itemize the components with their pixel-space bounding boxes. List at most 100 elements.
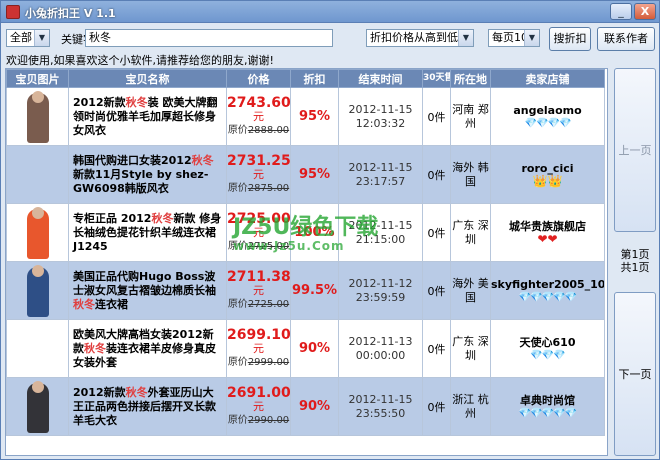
- column-header-discount[interactable]: 折扣: [290, 69, 339, 88]
- product-price: 2743.60 元原价2888.00: [226, 87, 291, 146]
- sold-count: 0件: [422, 261, 451, 320]
- location: 海外 美国: [450, 261, 491, 320]
- seller-name[interactable]: 城华贵族旗舰店: [509, 220, 586, 233]
- price-unit: 元: [253, 167, 264, 181]
- seller-rank-icon: 👑👑: [532, 173, 563, 188]
- product-price: 2711.38 元原价2725.00: [226, 261, 291, 320]
- column-header-name[interactable]: 宝贝名称: [68, 69, 227, 88]
- location: 广东 深圳: [450, 203, 491, 262]
- location: 浙江 杭州: [450, 377, 491, 436]
- product-image-cell[interactable]: [6, 261, 69, 320]
- product-name-keyword: 秋冬: [125, 385, 148, 399]
- seller-rank-icon: 💎💎💎💎💎: [518, 291, 577, 303]
- location: 河南 郑州: [450, 87, 491, 146]
- product-name-keyword: 秋冬: [191, 153, 214, 167]
- product-name[interactable]: 欧美风大牌高档女装2012新款秋冬装连衣裙羊皮修身真皮女装外套: [68, 319, 227, 378]
- chevron-down-icon[interactable]: ▼: [524, 30, 539, 46]
- sort-select[interactable]: 折扣价格从高到低 ▼: [366, 29, 474, 47]
- next-page-button[interactable]: 下一页: [614, 292, 656, 456]
- end-clock: 00:00:00: [355, 348, 406, 362]
- contact-author-button[interactable]: 联系作者: [597, 27, 655, 51]
- current-page-label: 第1页: [620, 248, 650, 261]
- seller-name[interactable]: roro_cici: [521, 162, 573, 175]
- table-row[interactable]: 美国正品代购Hugo Boss波士淑女风复古褶皱边棉质长袖秋冬连衣裙 2711.3…: [6, 261, 605, 320]
- original-price-value: 2875.00: [247, 182, 290, 194]
- price-unit: 元: [253, 225, 264, 239]
- keyword-input[interactable]: 秋冬: [85, 29, 333, 47]
- location-line: 浙江 杭: [452, 392, 489, 406]
- price-unit: 元: [253, 283, 264, 297]
- product-image-cell[interactable]: [6, 377, 69, 436]
- product-name-keyword: 秋冬: [125, 95, 148, 109]
- location-line: 州: [465, 116, 476, 130]
- seller-shop[interactable]: 卓典时尚馆 💎💎💎💎💎: [490, 377, 605, 436]
- table-row[interactable]: 韩国代购进口女装2012秋冬新款11月Style by shez-GW6098韩…: [6, 145, 605, 204]
- end-time: 2012-11-15 12:03:32: [338, 87, 423, 146]
- seller-name[interactable]: skyfighter2005_1001: [492, 278, 604, 291]
- product-image[interactable]: [9, 205, 67, 261]
- seller-shop[interactable]: 天使心610 💎💎💎: [490, 319, 605, 378]
- product-name[interactable]: 美国正品代购Hugo Boss波士淑女风复古褶皱边棉质长袖秋冬连衣裙: [68, 261, 227, 320]
- product-image[interactable]: [9, 379, 67, 435]
- column-header-sold-30d[interactable]: 30天售出: [422, 69, 451, 88]
- product-price: 2725.00 元原价2725.00: [226, 203, 291, 262]
- seller-name[interactable]: angelaomo: [513, 104, 581, 117]
- location-line: 河南 郑: [452, 102, 489, 116]
- location-line: 广东 深: [452, 334, 489, 348]
- product-name[interactable]: 韩国代购进口女装2012秋冬新款11月Style by shez-GW6098韩…: [68, 145, 227, 204]
- product-name[interactable]: 2012新款秋冬装 欧美大牌翻领时尚优雅羊毛加厚超长修身女风衣: [68, 87, 227, 146]
- minimize-button[interactable]: _: [610, 3, 632, 20]
- end-clock: 23:17:57: [355, 174, 406, 188]
- prev-page-button[interactable]: 上一页: [614, 68, 656, 232]
- seller-shop[interactable]: skyfighter2005_1001💎💎💎💎💎: [490, 261, 605, 320]
- seller-name[interactable]: 天使心610: [520, 336, 576, 349]
- column-header-picture[interactable]: 宝贝图片: [6, 69, 69, 88]
- column-header-end-time[interactable]: 结束时间: [338, 69, 423, 88]
- category-select[interactable]: 全部 ▼: [6, 29, 50, 47]
- product-name[interactable]: 2012新款秋冬外套亚历山大王正品两色拼接后摆开叉长款羊毛大衣: [68, 377, 227, 436]
- seller-rank-icon: 💎💎💎💎: [524, 117, 572, 129]
- product-figure-head: [31, 90, 44, 103]
- product-figure-head: [31, 206, 44, 219]
- table-row[interactable]: 2012新款秋冬装 欧美大牌翻领时尚优雅羊毛加厚超长修身女风衣 2743.60 元原…: [6, 87, 605, 146]
- close-button[interactable]: X: [634, 3, 656, 20]
- original-price-label: 原价: [227, 298, 248, 310]
- product-image[interactable]: [9, 89, 67, 145]
- table-row[interactable]: 2012新款秋冬外套亚历山大王正品两色拼接后摆开叉长款羊毛大衣 2691.00 元原…: [6, 377, 605, 436]
- table-row[interactable]: 欧美风大牌高档女装2012新款秋冬装连衣裙羊皮修身真皮女装外套 2699.10 元原…: [6, 319, 605, 378]
- price-unit: 元: [253, 399, 264, 413]
- chevron-down-icon[interactable]: ▼: [458, 30, 473, 46]
- location-line: 海外 韩: [452, 160, 489, 174]
- results-grid[interactable]: 宝贝图片 宝贝名称 价格 折扣 结束时间 30天售出 所在地 卖家店铺 2012…: [5, 68, 608, 456]
- page-info: 第1页 共1页: [612, 248, 658, 274]
- product-image-cell[interactable]: [6, 145, 69, 204]
- search-discount-button[interactable]: 搜折扣: [549, 27, 591, 51]
- end-date: 2012-11-15: [348, 160, 413, 174]
- chevron-down-icon[interactable]: ▼: [34, 30, 49, 46]
- original-price-label: 原价: [227, 414, 248, 426]
- discount-value: 99.5%: [290, 261, 339, 320]
- seller-shop[interactable]: 城华贵族旗舰店 ❤❤: [490, 203, 605, 262]
- product-name[interactable]: 专柜正品 2012秋冬新款 修身长袖绒色提花针织羊绒连衣裙J1245: [68, 203, 227, 262]
- pager-sidebar: 上一页 第1页 共1页 下一页: [612, 68, 658, 456]
- location-line: 国: [465, 290, 476, 304]
- original-price-value: 2888.00: [247, 124, 290, 136]
- seller-shop[interactable]: roro_cici 👑👑: [490, 145, 605, 204]
- original-price: 原价2999.00: [228, 356, 290, 370]
- seller-shop[interactable]: angelaomo 💎💎💎💎: [490, 87, 605, 146]
- column-header-price[interactable]: 价格: [226, 69, 291, 88]
- product-image-cell[interactable]: [6, 319, 69, 378]
- product-name-text: 韩国代购进口女装2012: [73, 153, 192, 167]
- end-clock: 12:03:32: [355, 116, 406, 130]
- seller-name[interactable]: 卓典时尚馆: [520, 394, 575, 407]
- product-price: 2691.00 元原价2990.00: [226, 377, 291, 436]
- page-size-select[interactable]: 每页10条 ▼: [488, 29, 540, 47]
- product-figure-head: [31, 264, 44, 277]
- product-name-text: 2012新款: [73, 385, 126, 399]
- table-row[interactable]: 专柜正品 2012秋冬新款 修身长袖绒色提花针织羊绒连衣裙J1245 2725.0…: [6, 203, 605, 262]
- column-header-location[interactable]: 所在地: [450, 69, 491, 88]
- product-image-cell[interactable]: [6, 203, 69, 262]
- column-header-shop[interactable]: 卖家店铺: [490, 69, 605, 88]
- product-image[interactable]: [9, 263, 67, 319]
- product-image-cell[interactable]: [6, 87, 69, 146]
